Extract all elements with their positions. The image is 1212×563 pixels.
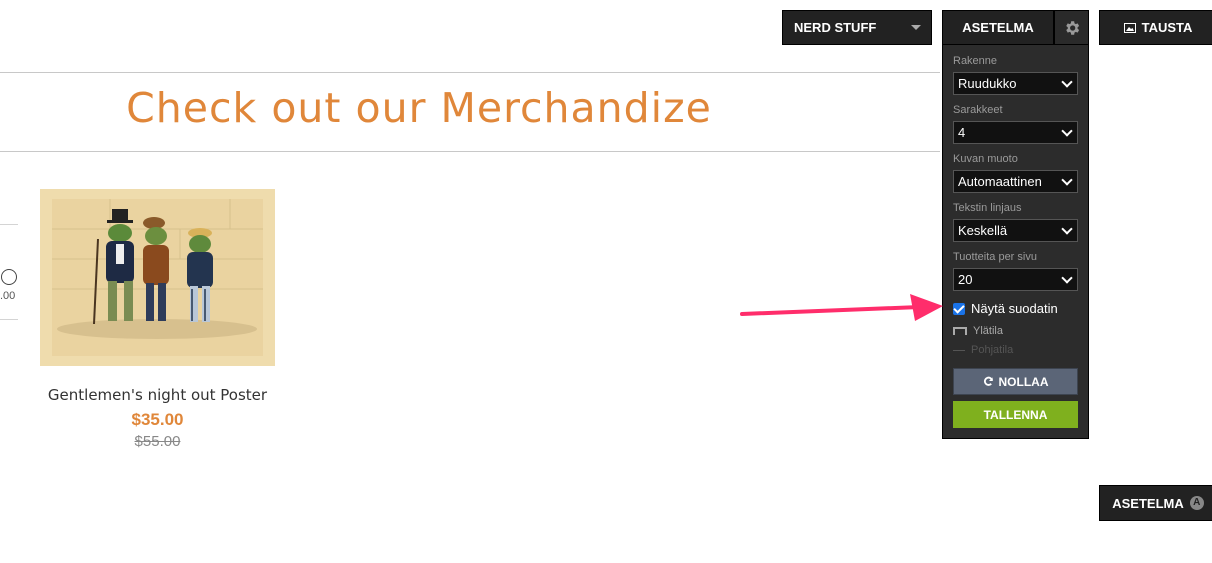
footer-option[interactable]: Pohjatila [953, 344, 1013, 356]
per-page-label: Tuotteita per sivu [953, 251, 1037, 263]
category-select-value: NERD STUFF [794, 20, 877, 35]
structure-select-value: Ruudukko [958, 76, 1017, 91]
show-filter-label: Näytä suodatin [971, 301, 1058, 316]
product-price: $35.00 [131, 410, 184, 429]
tab-layout[interactable]: ASETELMA [942, 10, 1054, 45]
header-option[interactable]: Ylätila [953, 325, 1003, 337]
gear-icon [1065, 20, 1079, 35]
show-filter-checkbox[interactable] [953, 302, 965, 315]
divider-top [0, 72, 940, 73]
reset-button-label: NOLLAA [998, 374, 1049, 389]
shortcut-badge: A [1189, 496, 1204, 510]
product-name[interactable]: Gentlemen's night out Poster [40, 386, 275, 404]
columns-label: Sarakkeet [953, 104, 1003, 116]
settings-gear-button[interactable] [1054, 10, 1089, 45]
image-shape-label: Kuvan muoto [953, 153, 1018, 165]
save-button[interactable]: TALLENNA [953, 401, 1078, 428]
text-align-label: Tekstin linjaus [953, 202, 1022, 214]
columns-select[interactable]: 4 [953, 121, 1078, 144]
chevron-down-icon [1061, 125, 1073, 137]
show-filter-toggle[interactable]: Näytä suodatin [953, 301, 1058, 316]
price-filter-label: .00 [0, 290, 16, 302]
columns-select-value: 4 [958, 125, 966, 140]
layout-settings-panel: Rakenne Ruudukko Sarakkeet 4 Kuvan muoto… [942, 44, 1089, 439]
product-card[interactable]: Gentlemen's night out Poster $35.00 $55.… [40, 189, 275, 450]
divider-bottom [0, 151, 940, 152]
save-button-label: TALLENNA [983, 407, 1048, 422]
image-shape-select-value: Automaattinen [958, 174, 1042, 189]
background-button[interactable]: TAUSTA [1099, 10, 1212, 45]
price-filter-radio[interactable] [1, 269, 17, 285]
caret-down-icon [911, 25, 921, 30]
header-layout-icon [953, 327, 967, 335]
structure-label: Rakenne [953, 55, 998, 67]
header-option-label: Ylätila [973, 325, 1003, 337]
image-shape-select[interactable]: Automaattinen [953, 170, 1078, 193]
footer-layout-icon [953, 349, 965, 351]
tab-layout-label: ASETELMA [962, 20, 1034, 35]
structure-select[interactable]: Ruudukko [953, 72, 1078, 95]
footer-option-label: Pohjatila [971, 344, 1014, 356]
chevron-down-icon [1061, 76, 1073, 88]
chevron-down-icon [1061, 174, 1073, 186]
text-align-select[interactable]: Keskellä [953, 219, 1078, 242]
per-page-select-value: 20 [958, 272, 973, 287]
category-select[interactable]: NERD STUFF [782, 10, 932, 45]
layout-toggle-button[interactable]: ASETELMA A [1099, 485, 1212, 521]
background-button-label: TAUSTA [1141, 20, 1193, 35]
chevron-down-icon [1061, 223, 1073, 235]
annotation-arrow [740, 294, 943, 321]
text-align-select-value: Keskellä [958, 223, 1008, 238]
page-title: Check out our Merchandize [126, 84, 712, 132]
layout-toggle-label: ASETELMA [1112, 495, 1184, 511]
refresh-icon [983, 376, 993, 386]
product-image[interactable] [40, 189, 275, 366]
chevron-down-icon [1061, 272, 1073, 284]
per-page-select[interactable]: 20 [953, 268, 1078, 291]
reset-button[interactable]: NOLLAA [953, 368, 1078, 395]
product-old-price: $55.00 [134, 433, 181, 450]
image-icon [1123, 22, 1136, 33]
